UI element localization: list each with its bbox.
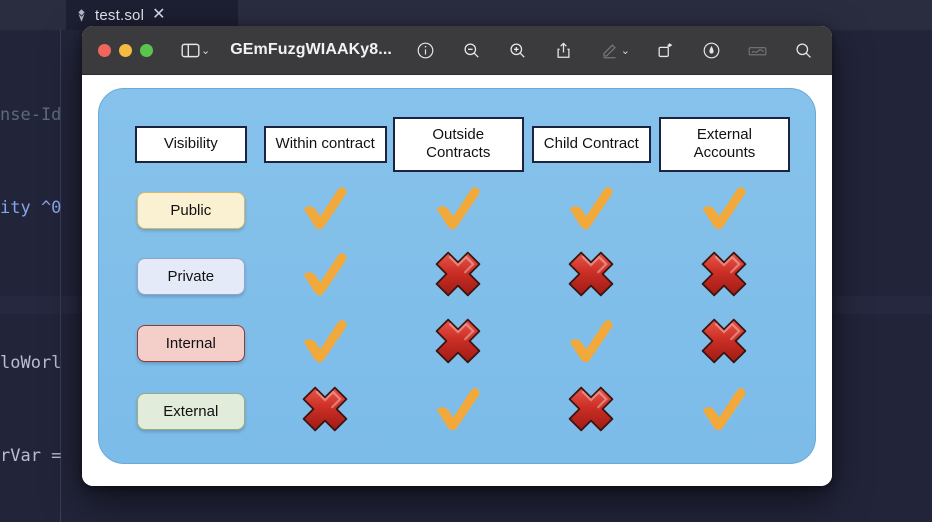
row-label-cell-external: External [123,378,259,445]
check-icon [297,184,353,232]
row-label-public: Public [136,191,245,229]
check-icon [297,317,353,365]
visibility-matrix-table: Visibility Within contract Outside Contr… [123,111,791,445]
check-icon [430,385,486,433]
row-label-cell-internal: Internal [123,310,259,377]
check-icon [563,317,619,365]
sidebar-toggle-group[interactable]: ⌄ [175,35,214,65]
cell-public-outside [392,178,525,243]
header-cell-external-accounts: External Accounts [658,111,791,178]
window-title: GEmFuzgWIAAKy8... [230,41,392,58]
check-icon [430,184,486,232]
cross-icon [433,316,483,366]
cell-private-child [525,243,658,310]
cell-private-outside [392,243,525,310]
search-icon[interactable] [788,35,818,65]
row-label-private: Private [136,258,245,296]
minimize-window-button[interactable] [119,43,132,57]
check-icon [696,184,752,232]
check-icon [563,184,619,232]
check-icon [297,250,353,298]
rotate-icon[interactable] [650,35,680,65]
header-label-within-contract: Within contract [263,126,387,163]
header-label-visibility: Visibility [134,126,247,163]
header-cell-child-contract: Child Contract [525,111,658,178]
annotate-icon[interactable] [696,35,726,65]
zoom-in-icon[interactable] [503,35,533,65]
table-row: Private [123,243,791,310]
cell-public-within [259,178,392,243]
row-label-cell-public: Public [123,178,259,243]
solidity-file-icon [74,8,89,23]
editor-tab-label: test.sol [95,6,145,24]
table-row: Public [123,178,791,243]
markup-chevron-icon[interactable]: ⌄ [621,44,634,57]
header-label-external-accounts: External Accounts [658,117,790,172]
close-icon[interactable]: ✕ [152,7,165,23]
toolbar-right-group: ⌄ [411,35,818,65]
row-label-cell-private: Private [123,243,259,310]
cell-external-external [658,378,791,445]
cross-icon [300,384,350,434]
window-content: Visibility Within contract Outside Contr… [82,75,832,486]
info-icon[interactable] [411,35,441,65]
row-label-external: External [136,392,245,430]
zoom-window-button[interactable] [140,43,153,57]
cell-private-external [658,243,791,310]
cell-internal-external [658,310,791,377]
header-label-child-contract: Child Contract [531,126,651,163]
visibility-matrix-panel: Visibility Within contract Outside Contr… [98,88,816,464]
cell-internal-within [259,310,392,377]
cell-public-external [658,178,791,243]
cell-external-outside [392,378,525,445]
preview-window: ⌄ GEmFuzgWIAAKy8... ⌄ Visibility Within … [82,26,832,486]
table-row: External [123,378,791,445]
cell-private-within [259,243,392,310]
table-header-row: Visibility Within contract Outside Contr… [123,111,791,178]
cross-icon [566,249,616,299]
header-cell-outside-contracts: Outside Contracts [392,111,525,178]
check-icon [696,385,752,433]
cell-public-child [525,178,658,243]
cross-icon [699,249,749,299]
sign-icon[interactable] [742,35,772,65]
header-cell-visibility: Visibility [123,111,259,178]
traffic-lights [98,43,153,57]
chevron-down-icon[interactable]: ⌄ [201,44,214,57]
cell-internal-child [525,310,658,377]
cell-internal-outside [392,310,525,377]
table-row: Internal [123,310,791,377]
header-cell-within-contract: Within contract [259,111,392,178]
row-label-internal: Internal [136,325,245,363]
share-icon[interactable] [549,35,579,65]
cross-icon [566,384,616,434]
cell-external-within [259,378,392,445]
cross-icon [699,316,749,366]
header-label-outside-contracts: Outside Contracts [392,117,524,172]
zoom-out-icon[interactable] [457,35,487,65]
window-titlebar: ⌄ GEmFuzgWIAAKy8... ⌄ [82,26,832,75]
close-window-button[interactable] [98,43,111,57]
cell-external-child [525,378,658,445]
cross-icon [433,249,483,299]
